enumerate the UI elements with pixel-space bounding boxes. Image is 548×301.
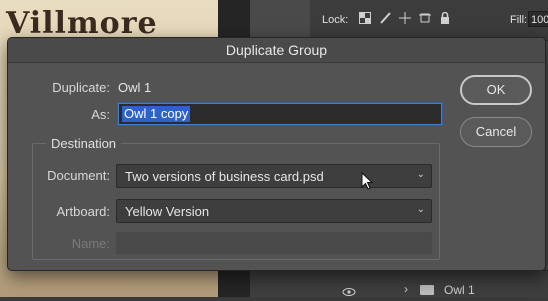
mouse-cursor-icon (361, 171, 374, 195)
lock-icons (358, 11, 452, 25)
as-label: As: (91, 107, 110, 122)
lock-artboard-icon[interactable] (418, 11, 432, 25)
duplicate-group-dialog: Duplicate Group Duplicate: Owl 1 As: Owl… (7, 37, 546, 271)
document-label: Document: (47, 168, 110, 183)
as-name-input[interactable]: Owl 1 copy (118, 103, 442, 125)
lock-move-icon[interactable] (398, 11, 412, 25)
document-select-value: Two versions of business card.psd (125, 169, 324, 184)
document-select[interactable]: Two versions of business card.psd ⌄ (116, 164, 432, 188)
name-label: Name: (71, 236, 110, 251)
artboard-select[interactable]: Yellow Version ⌄ (116, 199, 432, 223)
fill-label: Fill: (510, 14, 528, 26)
lock-transparent-icon[interactable] (358, 11, 372, 25)
lock-label: Lock: (322, 14, 349, 26)
folder-icon (420, 285, 434, 295)
lock-all-icon[interactable] (438, 11, 452, 25)
lock-paint-icon[interactable] (378, 11, 392, 25)
artboard-select-value: Yellow Version (125, 204, 210, 219)
duplicate-label: Duplicate: (52, 80, 110, 95)
eye-icon[interactable] (342, 283, 356, 301)
canvas-title-text: Villmore (6, 6, 158, 41)
chevron-down-icon: ⌄ (416, 169, 425, 180)
chevron-down-icon: ⌄ (416, 204, 425, 215)
as-name-selected-text: Owl 1 copy (122, 106, 191, 122)
name-input-disabled (116, 232, 432, 254)
chevron-right-icon[interactable]: › (404, 282, 408, 296)
fill-input[interactable]: 100 (528, 11, 548, 27)
layer-name: Owl 1 (444, 283, 475, 297)
destination-label: Destination (46, 136, 122, 151)
duplicate-value: Owl 1 (118, 80, 152, 95)
cancel-button[interactable]: Cancel (460, 117, 532, 147)
ok-button[interactable]: OK (460, 75, 532, 105)
layer-row[interactable] (250, 270, 548, 298)
artboard-label: Artboard: (56, 204, 110, 219)
dialog-title: Duplicate Group (225, 42, 328, 58)
